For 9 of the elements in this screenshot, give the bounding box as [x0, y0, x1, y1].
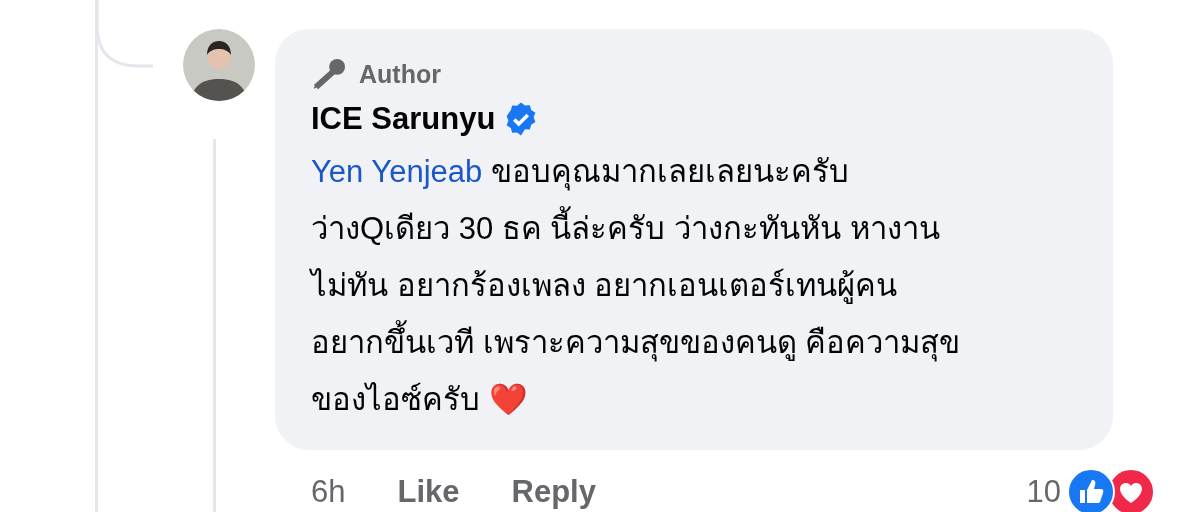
author-name[interactable]: ICE Sarunyu	[311, 101, 496, 137]
comment-action-link[interactable]: Reply	[511, 474, 596, 510]
comment-text: Yen Yenjeab ขอบคุณมากเลยเลยนะครับ ว่างQเดียว 30 ธค นี้ล่ะครับ ว่างกะทันหัน หางาน ไม่ทัน อยากร้องเพลง อยากเอนเตอร์เทนผู้คน อยากขึ้นเวที เพราะความสุขของคนดู คือความสุข ของไอซ์ครับ ❤	[311, 153, 962, 419]
author-label: Author	[359, 59, 441, 89]
like-reaction-icon	[1067, 468, 1115, 512]
comment-action-link[interactable]: Like	[397, 474, 460, 510]
reaction-count: 10	[1026, 474, 1061, 510]
comment-time: 6h	[311, 474, 346, 510]
mention-link[interactable]: Yen Yenjeab	[311, 154, 483, 189]
